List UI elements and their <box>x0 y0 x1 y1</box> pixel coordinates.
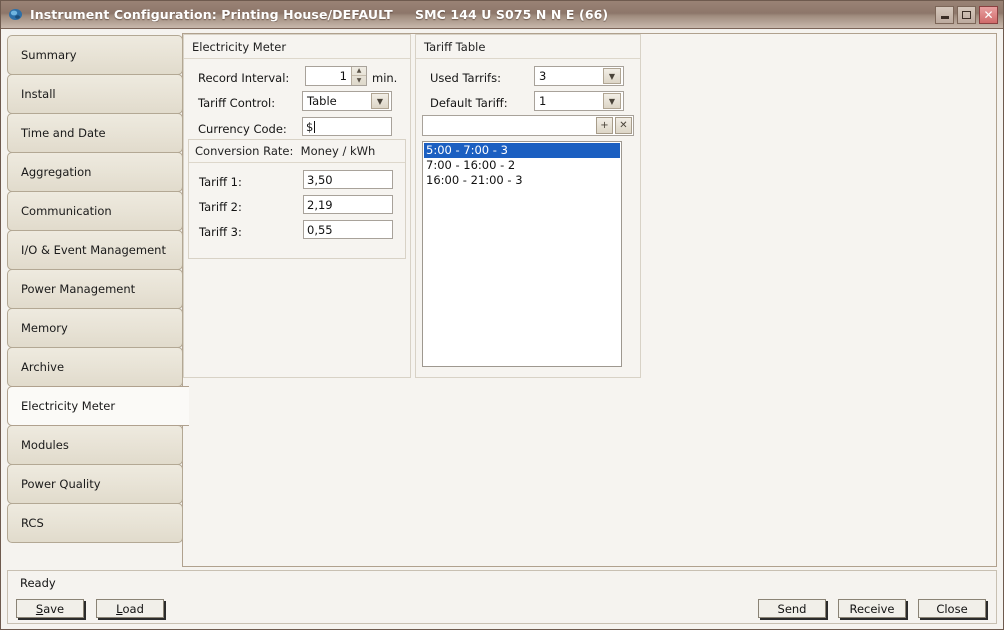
tariff-2-input[interactable]: 2,19 <box>303 195 393 214</box>
minimize-button[interactable] <box>935 5 954 24</box>
used-tariffs-label: Used Tarrifs: <box>430 71 501 85</box>
load-label-rest: oad <box>122 601 144 616</box>
sidebar: Summary Install Time and Date Aggregatio… <box>7 33 189 567</box>
sidebar-item-label: Install <box>21 87 56 101</box>
sidebar-item-label: RCS <box>21 516 44 530</box>
conversion-rate-panel: Conversion Rate: Money / kWh Tariff 1: 3… <box>188 139 406 259</box>
save-accel: S <box>35 601 44 616</box>
sidebar-item-electricity-meter[interactable]: Electricity Meter <box>7 386 189 426</box>
sidebar-item-power-management[interactable]: Power Management <box>7 269 183 309</box>
sidebar-item-label: Power Management <box>21 282 136 296</box>
sidebar-item-label: Memory <box>21 321 68 335</box>
currency-code-value: $ <box>306 119 314 134</box>
sidebar-item-modules[interactable]: Modules <box>7 425 183 465</box>
instrument-configuration-window: Instrument Configuration: Printing House… <box>0 0 1004 630</box>
sidebar-item-time-and-date[interactable]: Time and Date <box>7 113 183 153</box>
close-window-button[interactable]: ✕ <box>979 5 998 24</box>
text-caret <box>314 120 316 133</box>
sidebar-item-communication[interactable]: Communication <box>7 191 183 231</box>
default-tariff-label: Default Tariff: <box>430 96 508 110</box>
send-button[interactable]: Send <box>758 599 826 618</box>
tariff-1-value: 3,50 <box>307 172 333 187</box>
sidebar-item-label: Power Quality <box>21 477 101 491</box>
close-button[interactable]: Close <box>918 599 986 618</box>
close-icon: ✕ <box>983 7 994 22</box>
tariff-table-panel-title: Tariff Table <box>424 40 486 54</box>
electricity-meter-panel: Electricity Meter Record Interval: 1 ▲ ▼… <box>183 34 411 378</box>
title-bar: Instrument Configuration: Printing House… <box>1 1 1003 29</box>
spin-up-icon[interactable]: ▲ <box>352 67 366 76</box>
record-interval-unit: min. <box>372 71 398 85</box>
currency-code-input[interactable]: $ <box>302 117 392 136</box>
subpanel-divider <box>189 162 405 163</box>
window-title: Instrument Configuration: Printing House… <box>30 7 609 22</box>
sidebar-item-label: Electricity Meter <box>21 399 116 413</box>
maximize-button[interactable] <box>957 5 976 24</box>
sidebar-item-archive[interactable]: Archive <box>7 347 183 387</box>
conversion-rate-title: Conversion Rate: Money / kWh <box>195 144 376 158</box>
save-label-rest: ave <box>43 601 65 616</box>
used-tariffs-value: 3 <box>539 69 547 83</box>
sidebar-item-label: I/O & Event Management <box>21 243 166 257</box>
list-item[interactable]: 7:00 - 16:00 - 2 <box>424 158 620 173</box>
sidebar-item-label: Communication <box>21 204 112 218</box>
receive-button[interactable]: Receive <box>838 599 906 618</box>
tariff-3-input[interactable]: 0,55 <box>303 220 393 239</box>
chevron-down-icon[interactable]: ▼ <box>371 93 389 109</box>
default-tariff-select[interactable]: 1 ▼ <box>534 91 624 111</box>
list-item[interactable]: 5:00 - 7:00 - 3 <box>424 143 620 158</box>
status-text: Ready <box>20 575 56 590</box>
spin-down-icon[interactable]: ▼ <box>352 76 366 85</box>
tariff-1-label: Tariff 1: <box>199 175 242 189</box>
tariff-table-panel: Tariff Table Used Tarrifs: 3 ▼ Default T… <box>415 34 641 378</box>
tariff-1-input[interactable]: 3,50 <box>303 170 393 189</box>
content-area: Electricity Meter Record Interval: 1 ▲ ▼… <box>182 33 997 567</box>
app-globe-icon <box>7 7 23 23</box>
add-tariff-button[interactable]: + <box>596 117 613 134</box>
record-interval-value: 1 <box>339 69 347 83</box>
sidebar-item-power-quality[interactable]: Power Quality <box>7 464 183 504</box>
load-button[interactable]: Load <box>96 599 164 618</box>
tariff-entries-list[interactable]: 5:00 - 7:00 - 3 7:00 - 16:00 - 2 16:00 -… <box>422 141 622 367</box>
tariff-3-label: Tariff 3: <box>199 225 242 239</box>
default-tariff-value: 1 <box>539 94 547 108</box>
sidebar-item-label: Aggregation <box>21 165 92 179</box>
tariff-3-value: 0,55 <box>307 222 333 237</box>
sidebar-item-aggregation[interactable]: Aggregation <box>7 152 183 192</box>
used-tariffs-select[interactable]: 3 ▼ <box>534 66 624 86</box>
tariff-2-value: 2,19 <box>307 197 333 212</box>
chevron-down-icon[interactable]: ▼ <box>603 93 621 109</box>
status-bar: Ready <box>7 570 997 594</box>
tariff-control-label: Tariff Control: <box>198 96 276 110</box>
tariff-control-value: Table <box>307 94 337 108</box>
body-area: Summary Install Time and Date Aggregatio… <box>1 29 1003 567</box>
window-controls: ✕ <box>935 5 998 24</box>
panel-divider <box>184 58 410 59</box>
delete-tariff-button[interactable]: ✕ <box>615 117 632 134</box>
record-interval-stepper[interactable]: 1 ▲ ▼ <box>305 66 367 86</box>
button-bar: Save Load Send Receive Close <box>7 594 997 624</box>
sidebar-item-label: Summary <box>21 48 77 62</box>
electricity-meter-panel-title: Electricity Meter <box>192 40 287 54</box>
sidebar-item-io-event-management[interactable]: I/O & Event Management <box>7 230 183 270</box>
save-button[interactable]: Save <box>16 599 84 618</box>
record-interval-spin-buttons[interactable]: ▲ ▼ <box>351 67 366 85</box>
sidebar-item-label: Archive <box>21 360 65 374</box>
sidebar-item-label: Time and Date <box>21 126 106 140</box>
sidebar-item-label: Modules <box>21 438 69 452</box>
sidebar-item-memory[interactable]: Memory <box>7 308 183 348</box>
sidebar-item-rcs[interactable]: RCS <box>7 503 183 543</box>
record-interval-label: Record Interval: <box>198 71 290 85</box>
sidebar-item-install[interactable]: Install <box>7 74 183 114</box>
tariff-2-label: Tariff 2: <box>199 200 242 214</box>
tariff-entry-input[interactable]: + ✕ <box>422 115 634 136</box>
panel-divider <box>416 58 640 59</box>
list-item[interactable]: 16:00 - 21:00 - 3 <box>424 173 620 188</box>
sidebar-item-summary[interactable]: Summary <box>7 35 183 75</box>
chevron-down-icon[interactable]: ▼ <box>603 68 621 84</box>
tariff-control-select[interactable]: Table ▼ <box>302 91 392 111</box>
action-buttons: Send Receive Close <box>758 599 986 618</box>
currency-code-label: Currency Code: <box>198 122 287 136</box>
